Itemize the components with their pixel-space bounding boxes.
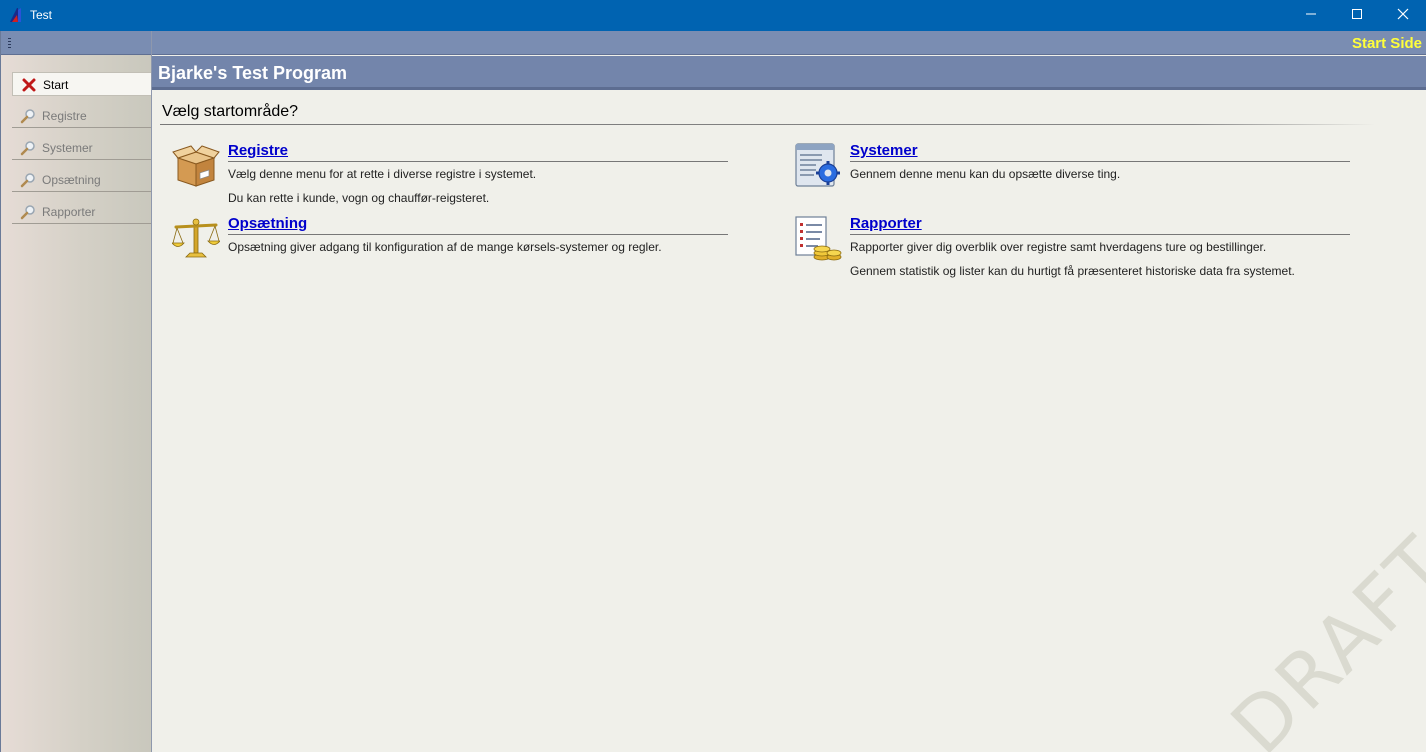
entry-divider bbox=[228, 234, 728, 235]
app-logo-icon bbox=[9, 7, 25, 23]
sidebar-item-label: Systemer bbox=[42, 141, 93, 155]
entry-opsaetning: Opsætning Opsætning giver adgang til kon… bbox=[171, 215, 732, 263]
entry-registre: Registre Vælg denne menu for at rette i … bbox=[172, 142, 732, 206]
sidebar-item-rapporter[interactable]: Rapporter bbox=[12, 200, 152, 224]
magnifier-icon bbox=[20, 172, 36, 188]
sidebar-item-label: Rapporter bbox=[42, 205, 96, 219]
minimize-icon bbox=[1305, 7, 1317, 25]
entry-systemer: Systemer Gennem denne menu kan du opsætt… bbox=[794, 142, 1354, 190]
opsaetning-link[interactable]: Opsætning bbox=[228, 215, 307, 232]
magnifier-icon bbox=[20, 140, 36, 156]
breadcrumb-bar: Start Side bbox=[152, 31, 1426, 55]
entry-rapporter: Rapporter Rapporter giver dig overblik o… bbox=[794, 215, 1354, 279]
magnifier-icon bbox=[20, 204, 36, 220]
sidebar-item-systemer[interactable]: Systemer bbox=[12, 136, 152, 160]
scales-icon bbox=[171, 215, 221, 263]
maximize-button[interactable] bbox=[1334, 0, 1380, 31]
main-content: Start Side Bjarke's Test Program Vælg st… bbox=[151, 31, 1426, 752]
sidebar-item-label: Opsætning bbox=[42, 173, 101, 187]
box-icon bbox=[172, 142, 220, 190]
section-heading: Vælg startområde? bbox=[162, 103, 299, 120]
entry-description: Opsætning giver adgang til konfiguration… bbox=[228, 240, 662, 254]
report-coins-icon bbox=[794, 215, 842, 263]
sidebar-item-opsaetning[interactable]: Opsætning bbox=[12, 168, 152, 192]
window-title: Test bbox=[30, 8, 53, 22]
breadcrumb: Start Side bbox=[1351, 35, 1422, 52]
registre-link[interactable]: Registre bbox=[228, 142, 288, 159]
systemer-link[interactable]: Systemer bbox=[850, 142, 918, 159]
magnifier-icon bbox=[20, 108, 36, 124]
heading-divider bbox=[160, 124, 1375, 125]
page-title: Bjarke's Test Program bbox=[158, 63, 348, 83]
sidebar: Start Registre Systemer Opsætning Rappor… bbox=[0, 31, 152, 752]
close-button[interactable] bbox=[1380, 0, 1426, 31]
entry-divider bbox=[850, 234, 1350, 235]
entry-description: Rapporter giver dig overblik over regist… bbox=[850, 240, 1267, 254]
entry-description: Gennem denne menu kan du opsætte diverse… bbox=[850, 167, 1121, 181]
entry-description: Du kan rette i kunde, vogn og chauffør-r… bbox=[228, 191, 490, 205]
entry-divider bbox=[228, 161, 728, 162]
maximize-icon bbox=[1351, 7, 1363, 25]
app-banner: Bjarke's Test Program bbox=[152, 56, 1426, 90]
window-titlebar: Test bbox=[0, 0, 1426, 31]
rapporter-link[interactable]: Rapporter bbox=[850, 215, 922, 232]
sidebar-item-label: Registre bbox=[42, 109, 87, 123]
settings-window-icon bbox=[794, 142, 842, 190]
entry-description: Gennem statistik og lister kan du hurtig… bbox=[850, 264, 1295, 278]
close-x-icon bbox=[21, 77, 37, 93]
sidebar-item-registre[interactable]: Registre bbox=[12, 104, 152, 128]
grip-handle-icon[interactable] bbox=[8, 38, 11, 48]
entry-divider bbox=[850, 161, 1350, 162]
sidebar-item-label: Start bbox=[43, 78, 69, 92]
close-icon bbox=[1397, 7, 1409, 25]
entry-description: Vælg denne menu for at rette i diverse r… bbox=[228, 167, 537, 181]
sidebar-item-start[interactable]: Start bbox=[12, 72, 152, 96]
minimize-button[interactable] bbox=[1288, 0, 1334, 31]
sidebar-header bbox=[1, 31, 152, 55]
